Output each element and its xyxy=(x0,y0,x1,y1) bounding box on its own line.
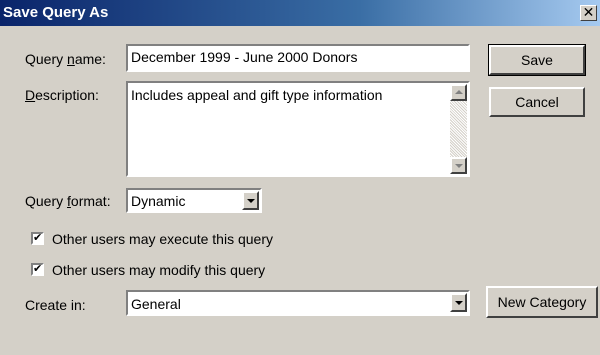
execute-checkbox[interactable]: ✔ xyxy=(31,232,44,245)
chevron-down-icon[interactable] xyxy=(450,293,467,312)
create-in-label: Create in: xyxy=(25,297,86,313)
create-in-select[interactable]: General xyxy=(126,290,470,316)
scroll-up-icon[interactable] xyxy=(450,84,467,101)
checkmark-icon: ✔ xyxy=(33,232,43,244)
query-format-select[interactable]: Dynamic xyxy=(126,188,262,213)
checkmark-icon: ✔ xyxy=(33,263,43,275)
new-category-button[interactable]: New Category xyxy=(486,286,598,318)
description-label: Description: xyxy=(25,87,99,103)
modify-checkbox[interactable]: ✔ xyxy=(31,263,44,276)
close-icon: ✕ xyxy=(582,4,595,20)
query-name-input[interactable]: December 1999 - June 2000 Donors xyxy=(126,44,470,72)
query-format-label: Query format: xyxy=(25,193,111,209)
save-button[interactable]: Save xyxy=(488,44,586,76)
cancel-button[interactable]: Cancel xyxy=(489,87,585,117)
scroll-down-icon[interactable] xyxy=(450,157,467,174)
chevron-down-icon[interactable] xyxy=(242,191,259,210)
dialog-title: Save Query As xyxy=(3,4,109,21)
description-textarea[interactable]: Includes appeal and gift type informatio… xyxy=(126,81,470,177)
modify-checkbox-label[interactable]: Other users may modify this query xyxy=(52,262,265,278)
description-scrollbar[interactable] xyxy=(450,84,467,174)
query-name-label: Query name: xyxy=(25,51,106,67)
execute-checkbox-label[interactable]: Other users may execute this query xyxy=(52,231,273,247)
title-bar: Save Query As ✕ xyxy=(0,0,600,26)
close-button[interactable]: ✕ xyxy=(580,5,597,21)
